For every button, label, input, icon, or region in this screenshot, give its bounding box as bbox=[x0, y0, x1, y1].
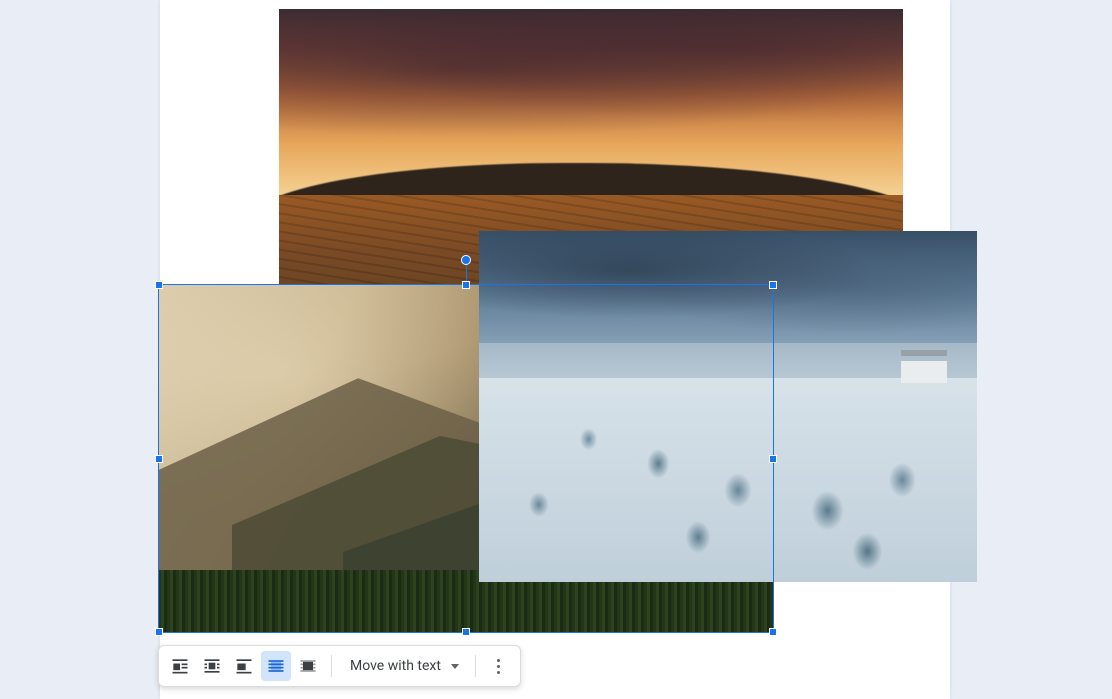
resize-handle-top-right[interactable] bbox=[769, 281, 777, 289]
break-text-icon bbox=[234, 656, 254, 676]
resize-handle-bottom-left[interactable] bbox=[155, 628, 163, 636]
more-options-button[interactable] bbox=[484, 651, 514, 681]
resize-handle-middle-right[interactable] bbox=[769, 455, 777, 463]
house bbox=[901, 361, 947, 383]
inline-icon bbox=[170, 656, 190, 676]
resize-handle-bottom-middle[interactable] bbox=[462, 628, 470, 636]
in-front-of-text-button[interactable] bbox=[293, 651, 323, 681]
resize-handle-bottom-right[interactable] bbox=[769, 628, 777, 636]
in-front-of-text-icon bbox=[298, 656, 318, 676]
inline-button[interactable] bbox=[165, 651, 195, 681]
toolbar-separator bbox=[475, 655, 476, 677]
move-with-text-label: Move with text bbox=[350, 658, 441, 674]
image-options-toolbar: Move with text bbox=[158, 645, 521, 687]
resize-handle-top-middle[interactable] bbox=[462, 281, 470, 289]
resize-handle-middle-left[interactable] bbox=[155, 455, 163, 463]
behind-text-icon bbox=[266, 656, 286, 676]
behind-text-button[interactable] bbox=[261, 651, 291, 681]
toolbar-separator bbox=[331, 655, 332, 677]
resize-handle-top-left[interactable] bbox=[155, 281, 163, 289]
frosted-trees bbox=[479, 378, 977, 582]
editor-canvas: Move with text bbox=[0, 0, 1112, 699]
wrap-text-button[interactable] bbox=[197, 651, 227, 681]
move-with-text-dropdown[interactable]: Move with text bbox=[340, 651, 467, 681]
house-roof bbox=[901, 350, 947, 356]
wrap-text-icon bbox=[202, 656, 222, 676]
break-text-button[interactable] bbox=[229, 651, 259, 681]
chevron-down-icon bbox=[451, 664, 459, 669]
winter-image[interactable] bbox=[479, 231, 977, 582]
more-vertical-icon bbox=[497, 659, 500, 674]
rotate-handle[interactable] bbox=[461, 255, 471, 265]
